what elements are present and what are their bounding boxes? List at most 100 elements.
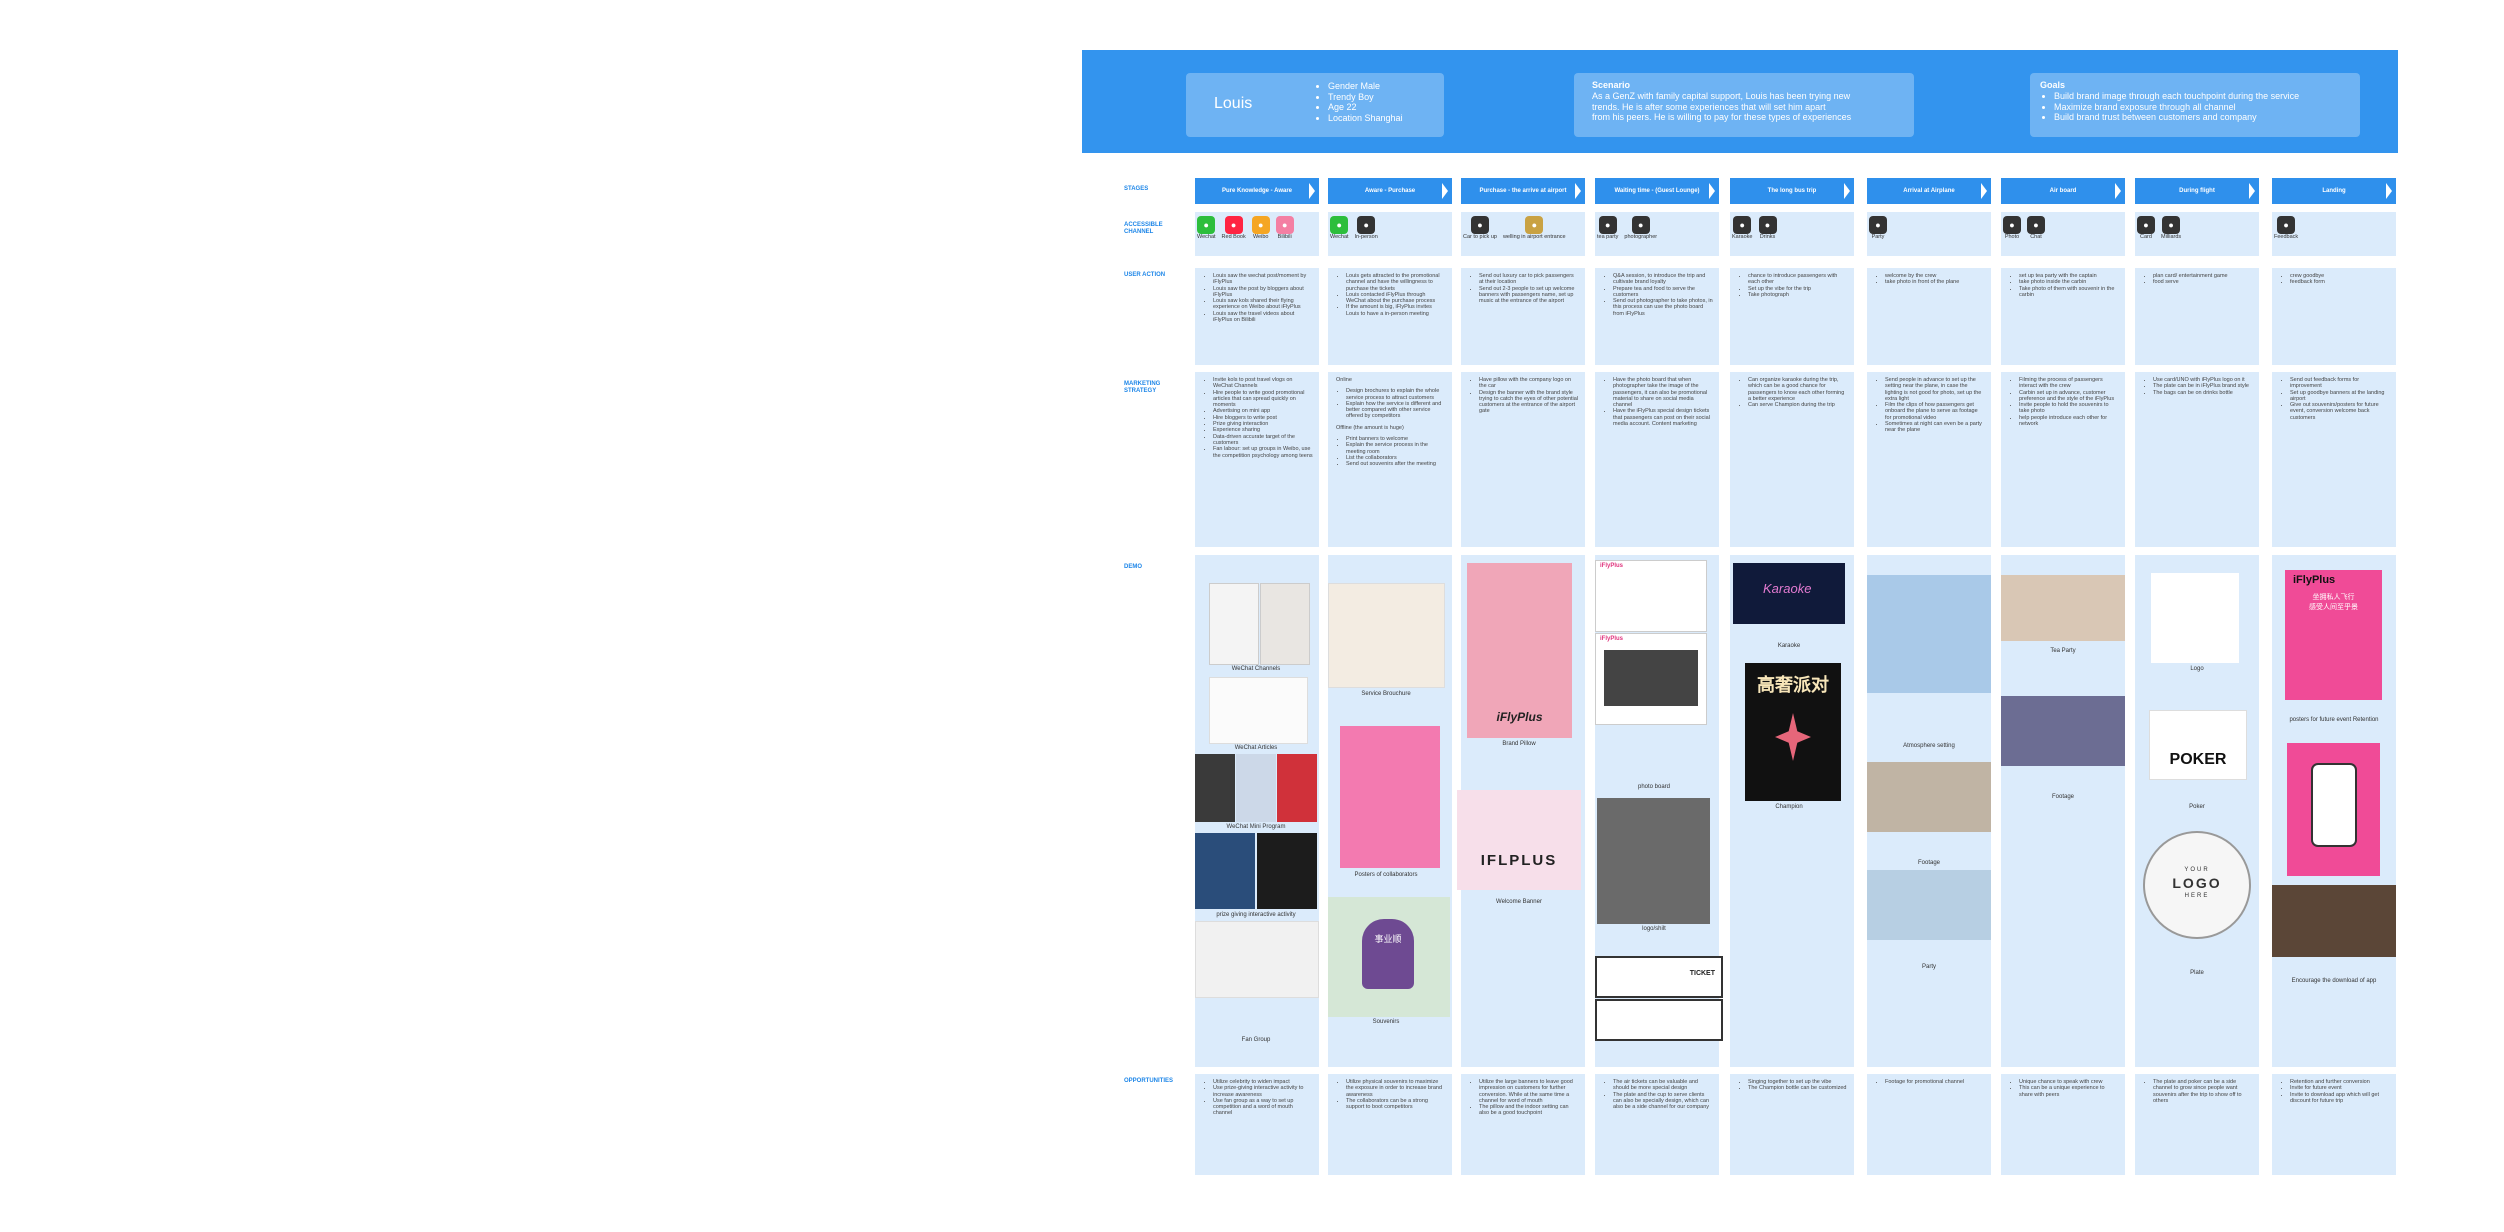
bullet-list: crew goodbyefeedback form (2272, 268, 2396, 286)
balloon-icon: ● (1525, 216, 1544, 234)
chevron-right-icon (2386, 183, 2392, 199)
bullet-list: Utilize physical souvenirs to maximize t… (1328, 1074, 1452, 1110)
logo-shirt-image (1597, 798, 1710, 924)
channel-label: Chat (2030, 234, 2042, 240)
channel-label: Card (2140, 234, 2152, 240)
chevron-right-icon (2115, 183, 2121, 199)
bullet-list: The air tickets can be valuable and shou… (1595, 1074, 1719, 1110)
user-action-item: Louis saw kols shared their flying exper… (1213, 298, 1313, 311)
user-action-item: Prepare tea and food to serve the custom… (1613, 286, 1713, 299)
bullet-list: Louis gets attracted to the promotional … (1328, 268, 1452, 317)
channel-item: ● welling in airport entrance (1503, 216, 1566, 240)
wechat-channels-screenshot (1209, 583, 1259, 665)
stage-header[interactable]: Pure Knowledge - Aware (1195, 178, 1319, 204)
channel-icons: ● tea party ● photographer (1597, 216, 1657, 240)
demo-caption: Posters of collaborators (1354, 872, 1418, 878)
bullet-list: Design brochures to explain the whole se… (1328, 383, 1452, 419)
channel-item: ● Drinks (1758, 216, 1777, 240)
channel-label: Weibo (1252, 234, 1269, 240)
marketing-item: Send out feedback forms for improvement (2290, 377, 2390, 390)
karaoke-text: Karaoke (1763, 581, 1812, 596)
mini-program-screenshot (1277, 754, 1317, 822)
collaborators-poster (1340, 726, 1440, 868)
opportunity-cell: Utilize physical souvenirs to maximize t… (1328, 1074, 1452, 1175)
demo-caption: Welcome Banner (1496, 899, 1542, 905)
bullet-list: Send people in advance to set up the set… (1867, 372, 1991, 434)
scenario-text: As a GenZ with family capital support, L… (1592, 91, 1851, 101)
user-action-item: Q&A session, to introduce the trip and c… (1613, 273, 1713, 286)
channel-cell: ● Wechat ● Red Book ● Weibo ● Bilibili (1195, 212, 1319, 256)
marketing-item: Design brochures to explain the whole se… (1346, 388, 1446, 401)
row-label-channel: ACCESSIBLE CHANNEL (1124, 222, 1163, 235)
chevron-right-icon (1981, 183, 1987, 199)
user-action-item: Louis gets attracted to the promotional … (1346, 273, 1446, 292)
feedback-icon: ● (2277, 216, 2296, 234)
bullet-list: Send out feedback forms for improvementS… (2272, 372, 2396, 421)
mini-program-screenshot (1195, 754, 1235, 822)
channel-item: ● Wechat (1330, 216, 1349, 240)
bullet-list: Singing together to set up the vibeThe C… (1730, 1074, 1854, 1092)
stage-header[interactable]: Aware - Purchase (1328, 178, 1452, 204)
opportunity-item: The Champion bottle can be customized (1748, 1085, 1848, 1091)
chat-icon: ● (2027, 216, 2045, 234)
channel-icons: ● Car to pick up ● welling in airport entra… (1463, 216, 1566, 240)
channel-label: Feedback (2274, 234, 2299, 240)
stage-header[interactable]: Arrival at Airplane (1867, 178, 1991, 204)
prize-activity-image (1257, 833, 1317, 909)
stage-header[interactable]: Landing (2272, 178, 2396, 204)
channel-cell: ● Party (1867, 212, 1991, 256)
persona-attribute: Gender Male (1328, 81, 1403, 92)
stage-header[interactable]: The long bus trip (1730, 178, 1854, 204)
row-label-demo: DEMO (1124, 564, 1142, 570)
stage-header[interactable]: Air board (2001, 178, 2125, 204)
channel-item: ● Photo (2003, 216, 2021, 240)
user-action-cell: chance to introduce passengers with each… (1730, 268, 1854, 365)
marketing-item: Design the banner with the brand style t… (1479, 390, 1579, 415)
marketing-item: Explain how the service is different and… (1346, 401, 1446, 420)
stage-header[interactable]: During flight (2135, 178, 2259, 204)
marketing-item: Have the photo board that when photograp… (1613, 377, 1713, 408)
channel-label: tea party (1597, 234, 1619, 240)
opportunity-item: Utilize the large banners to leave good … (1479, 1079, 1579, 1104)
channel-item: ● In-person (1355, 216, 1378, 240)
channel-cell: ● Karaoke ● Drinks (1730, 212, 1854, 256)
stage-label: Air board (2049, 188, 2077, 194)
red-book-icon: ● (1224, 216, 1243, 234)
channel-label: In-person (1354, 234, 1378, 240)
marketing-item: Have the iFlyPlus special design tickets… (1613, 408, 1713, 427)
marketing-item: The plate can be in iFlyPlus brand style (2153, 383, 2253, 389)
channel-icons: ● Wechat ● Red Book ● Weibo ● Bilibili (1197, 216, 1294, 240)
stage-header[interactable]: Purchase - the arrive at airport (1461, 178, 1585, 204)
marketing-item: Send out souvenirs after the meeting (1346, 461, 1446, 467)
marketing-item: Sometimes at night can even be a party n… (1885, 421, 1985, 434)
marketing-item: Filming the process of passengers intera… (2019, 377, 2119, 390)
footage-image (1867, 762, 1991, 832)
bullet-list: Filming the process of passengers intera… (2001, 372, 2125, 427)
marketing-cell: Send people in advance to set up the set… (1867, 372, 1991, 547)
customer-journey-board: Louis Gender Male Trendy Boy Age 22 Loca… (1082, 50, 2398, 1200)
opportunity-item: Invite to download app which will get di… (2290, 1092, 2390, 1105)
demo-caption: photo board (1637, 784, 1671, 790)
stage-label: Aware - Purchase (1364, 188, 1416, 194)
demo-caption: WeChat Mini Program (1226, 824, 1286, 830)
demo-caption: Logo (2190, 666, 2204, 672)
stage-header[interactable]: Waiting time - (Guest Lounge) (1595, 178, 1719, 204)
opportunity-cell: Footage for promotional channel (1867, 1074, 1991, 1175)
plate-here-text: HERE (2184, 893, 2210, 899)
chevron-right-icon (1309, 183, 1315, 199)
user-action-cell: plan card/ entertainment gamefood serve (2135, 268, 2259, 365)
channel-label: Bilibili (1277, 234, 1292, 240)
card-icon: ● (2137, 216, 2155, 234)
demo-caption: Brand Pillow (1502, 741, 1536, 747)
channel-label: Red Book (1221, 234, 1246, 240)
channel-label: Wechat (1330, 234, 1349, 240)
chevron-right-icon (2249, 183, 2255, 199)
goal-item: Build brand trust between customers and … (2054, 112, 2299, 123)
channel-item: ● Red Book (1222, 216, 1246, 240)
channel-item: ● Chat (2027, 216, 2045, 240)
opportunity-item: The plate and poker can be a side channe… (2153, 1079, 2253, 1104)
bullet-list: set up tea party with the captaintake ph… (2001, 268, 2125, 298)
channel-cell: ● Photo ● Chat (2001, 212, 2125, 256)
row-label-action: USER ACTION (1124, 272, 1166, 278)
marketing-cell: Filming the process of passengers intera… (2001, 372, 2125, 547)
